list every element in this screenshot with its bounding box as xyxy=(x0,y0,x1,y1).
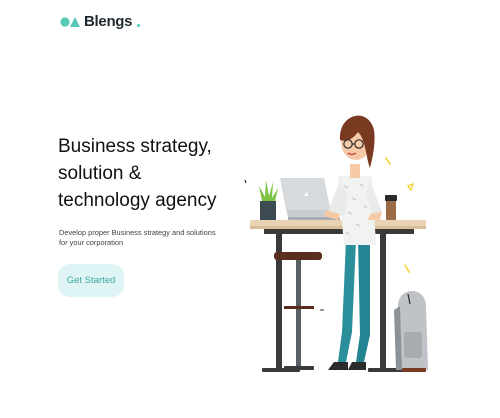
hero-headline-line: technology agency xyxy=(58,190,217,211)
plant-icon xyxy=(259,180,278,221)
backpack-icon xyxy=(394,291,428,372)
hero-headline-line: solution & xyxy=(58,163,142,184)
hero-subtext: Develop proper Business strategy and sol… xyxy=(59,228,216,247)
brand-logo-icon xyxy=(60,16,80,27)
hero-headline-line: Business strategy, xyxy=(58,136,212,157)
brand-name: Blengs xyxy=(84,13,133,30)
landing-page: Blengs Business strategy, solution & tec… xyxy=(0,0,500,418)
brand-logo[interactable]: Blengs xyxy=(60,13,141,30)
woman-at-standing-desk-illustration xyxy=(244,115,428,372)
coffee-cup-icon xyxy=(385,195,397,220)
get-started-button[interactable]: Get Started xyxy=(58,264,124,297)
woman-figure xyxy=(324,115,382,370)
brand-dot-icon xyxy=(137,24,141,27)
hero-headline: Business strategy, solution & technology… xyxy=(58,133,268,214)
